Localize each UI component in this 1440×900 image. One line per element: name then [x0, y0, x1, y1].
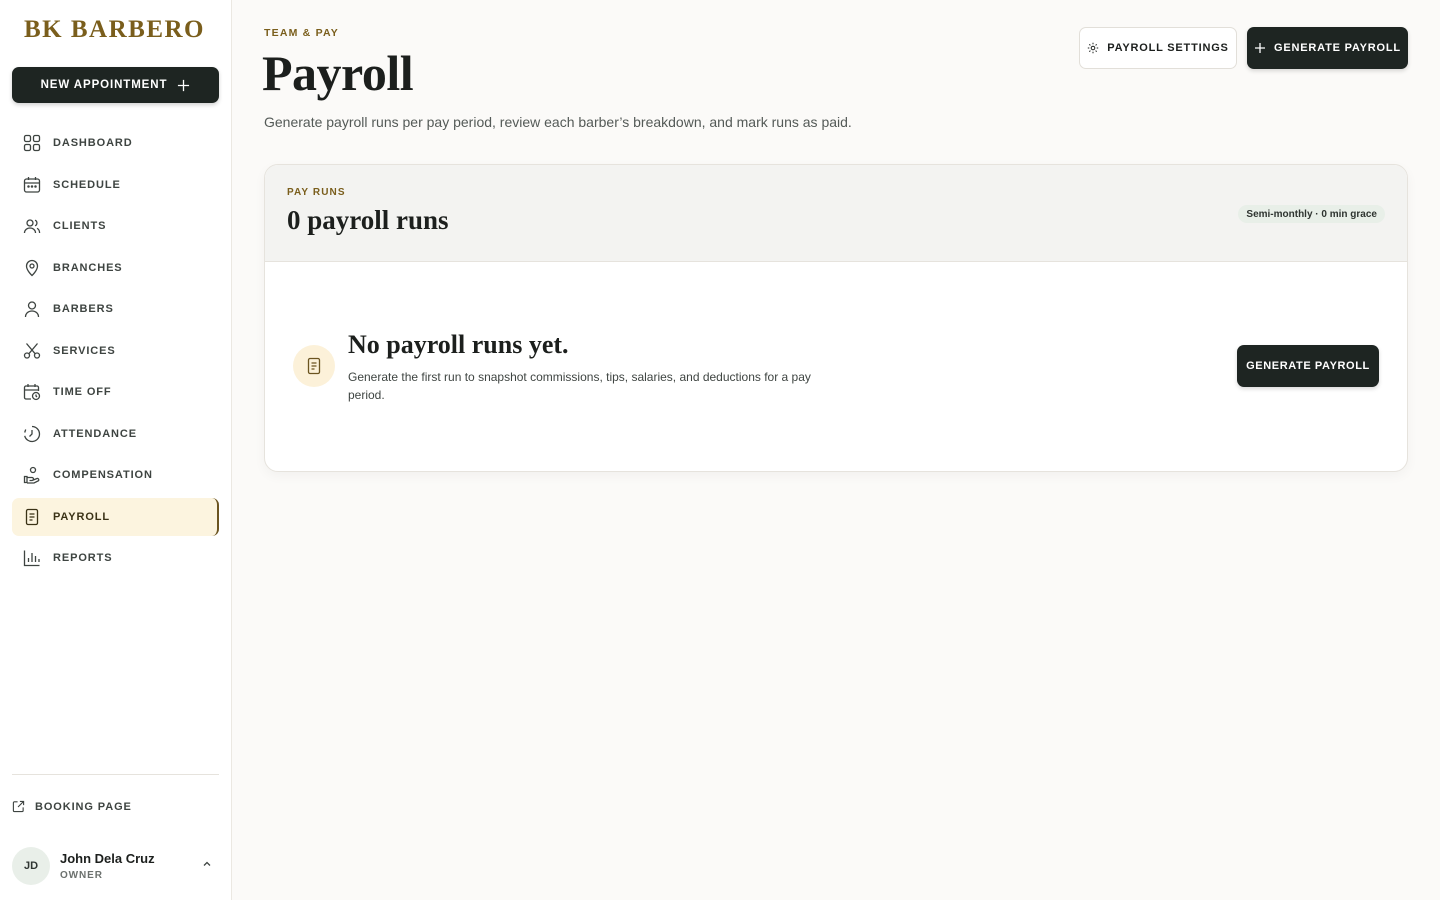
sidebar-item-label: BRANCHES: [53, 261, 123, 274]
sidebar-item-payroll[interactable]: PAYROLL: [12, 497, 219, 536]
pay-runs-card: PAY RUNS 0 payroll runs Semi-monthly · 0…: [264, 164, 1408, 472]
page-eyebrow: TEAM & PAY: [264, 27, 340, 39]
sidebar-divider: [12, 774, 219, 775]
sidebar-item-compensation[interactable]: COMPENSATION: [12, 456, 219, 494]
payroll-settings-label: PAYROLL SETTINGS: [1107, 42, 1229, 54]
sidebar-item-schedule[interactable]: SCHEDULE: [12, 166, 219, 204]
pay-schedule-badge: Semi-monthly · 0 min grace: [1238, 205, 1385, 223]
card-title: 0 payroll runs: [287, 205, 449, 235]
sidebar-item-attendance[interactable]: ATTENDANCE: [12, 415, 219, 453]
sidebar-item-label: SCHEDULE: [53, 178, 121, 191]
clock-icon: [24, 425, 41, 442]
hand-coins-icon: [23, 466, 40, 484]
sidebar-item-label: SERVICES: [53, 344, 116, 357]
receipt-icon: [25, 508, 39, 525]
generate-payroll-empty-button[interactable]: GENERATE PAYROLL: [1237, 345, 1379, 387]
sidebar-item-label: CLIENTS: [53, 220, 107, 232]
brand-logo[interactable]: BK BARBERO: [24, 16, 205, 44]
empty-state-description: Generate the first run to snapshot commi…: [348, 370, 811, 402]
calendar-icon: [23, 176, 41, 193]
user-icon: [24, 301, 40, 318]
user-role: OWNER: [60, 870, 103, 881]
chevron-up-icon[interactable]: [201, 858, 213, 870]
sidebar-item-label: TIME OFF: [53, 386, 112, 398]
sidebar-nav: DASHBOARD SCHEDULE CLIENTS BRANCHES BARB…: [12, 124, 219, 581]
card-header: PAY RUNS 0 payroll runs Semi-monthly · 0…: [265, 165, 1407, 262]
user-menu[interactable]: JD John Dela Cruz OWNER: [12, 846, 219, 886]
sidebar-item-clients[interactable]: CLIENTS: [12, 207, 219, 245]
generate-payroll-button[interactable]: GENERATE PAYROLL: [1247, 27, 1408, 69]
new-appointment-button[interactable]: NEW APPOINTMENT: [12, 67, 219, 103]
plus-icon: [1255, 43, 1266, 53]
sidebar-item-dashboard[interactable]: DASHBOARD: [12, 124, 219, 162]
plus-icon: [178, 79, 190, 91]
page-subtitle: Generate payroll runs per pay period, re…: [264, 114, 852, 130]
sidebar-item-label: BARBERS: [53, 303, 114, 315]
generate-payroll-label: GENERATE PAYROLL: [1274, 42, 1401, 54]
empty-state-icon-wrap: [293, 345, 335, 387]
sidebar-item-barbers[interactable]: BARBERS: [12, 290, 219, 328]
new-appointment-label: NEW APPOINTMENT: [40, 79, 168, 91]
sidebar-item-label: ATTENDANCE: [53, 427, 137, 440]
empty-state-title: No payroll runs yet.: [348, 330, 569, 359]
booking-page-label: BOOKING PAGE: [35, 800, 132, 813]
avatar: JD: [12, 847, 50, 885]
sidebar-item-label: PAYROLL: [53, 510, 111, 523]
external-link-icon: [12, 800, 25, 813]
sidebar-item-reports[interactable]: REPORTS: [12, 539, 219, 577]
users-icon: [23, 219, 41, 234]
bar-chart-icon: [23, 550, 40, 567]
sidebar-item-label: DASHBOARD: [53, 137, 133, 149]
calendar-clock-icon: [23, 384, 41, 401]
sidebar-item-label: REPORTS: [53, 552, 113, 564]
page-title: Payroll: [262, 45, 414, 101]
scissors-icon: [23, 342, 41, 359]
sidebar-item-services[interactable]: SERVICES: [12, 332, 219, 370]
card-eyebrow: PAY RUNS: [287, 187, 346, 198]
sidebar-item-label: COMPENSATION: [53, 469, 153, 481]
map-pin-icon: [25, 259, 39, 276]
receipt-icon: [307, 357, 321, 375]
sidebar-item-branches[interactable]: BRANCHES: [12, 249, 219, 287]
grid-icon: [23, 134, 41, 152]
user-name: John Dela Cruz: [60, 851, 155, 866]
sidebar-item-time-off[interactable]: TIME OFF: [12, 373, 219, 411]
booking-page-link[interactable]: BOOKING PAGE: [12, 800, 132, 813]
generate-payroll-empty-label: GENERATE PAYROLL: [1246, 360, 1370, 372]
payroll-settings-button[interactable]: PAYROLL SETTINGS: [1079, 27, 1237, 69]
gear-icon: [1088, 42, 1099, 54]
sidebar: BK BARBERO NEW APPOINTMENT DASHBOARD SCH…: [0, 0, 232, 900]
